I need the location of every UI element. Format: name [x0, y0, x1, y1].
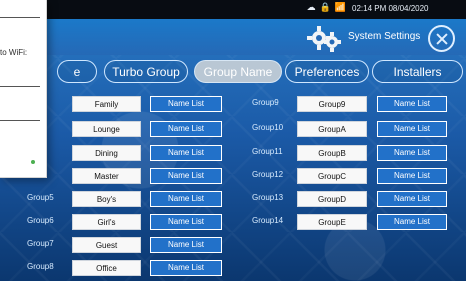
group-name-field[interactable]: Family — [72, 96, 141, 112]
wifi-popup: to WiFi: — [0, 0, 47, 178]
name-list-button[interactable]: Name List — [150, 191, 222, 207]
status-time: 02:14 PM 08/04/2020 — [352, 4, 429, 13]
group-label: Group14 — [252, 216, 284, 225]
group-row: Family Name List — [17, 96, 243, 112]
group-label: Group10 — [252, 123, 284, 132]
wifi-popup-text: to WiFi: — [0, 48, 28, 57]
group-row: Master Name List — [17, 168, 243, 184]
name-list-button[interactable]: Name List — [150, 260, 222, 276]
group-label: Group5 — [27, 193, 54, 202]
group-label: Group12 — [252, 170, 284, 179]
group-name-field[interactable]: Group9 — [297, 96, 367, 112]
group-row: Group5 Boy's Name List — [17, 191, 243, 207]
group-row: Lounge Name List — [17, 121, 243, 137]
settings-header: System Settings — [0, 19, 466, 55]
wifi-icon: 📶 — [334, 2, 350, 12]
group-row: Group14 GroupE Name List — [240, 214, 466, 230]
group-row: Group11 GroupB Name List — [240, 145, 466, 161]
group-label: Group8 — [27, 262, 54, 271]
group-name-field[interactable]: Office — [72, 260, 141, 276]
name-list-button[interactable]: Name List — [377, 214, 447, 230]
tab-preferences[interactable]: Preferences — [285, 60, 369, 83]
group-row: Dining Name List — [17, 145, 243, 161]
group-name-field[interactable]: Guest — [72, 237, 141, 253]
tab-turbo-group[interactable]: Turbo Group — [104, 60, 188, 83]
partial-tab[interactable]: e — [57, 60, 97, 83]
group-row: Group9 Group9 Name List — [240, 96, 466, 112]
group-row: Group6 Girl's Name List — [17, 214, 243, 230]
name-list-button[interactable]: Name List — [377, 145, 447, 161]
group-label: Group6 — [27, 216, 54, 225]
name-list-button[interactable]: Name List — [150, 168, 222, 184]
name-list-button[interactable]: Name List — [150, 145, 222, 161]
popup-divider — [0, 17, 40, 18]
status-icons: ☁🔒📶 — [307, 2, 350, 13]
group-name-field[interactable]: Dining — [72, 145, 141, 161]
connection-status-dot — [31, 160, 35, 164]
system-settings-title: System Settings — [348, 31, 421, 42]
popup-divider — [0, 120, 40, 121]
group-label: Group11 — [252, 147, 283, 156]
name-list-button[interactable]: Name List — [150, 96, 222, 112]
group-row: Group10 GroupA Name List — [240, 121, 466, 137]
settings-tabs: e Turbo Group Group Name Preferences Ins… — [0, 60, 466, 85]
lock-icon: 🔒 — [319, 2, 335, 12]
group-label: Group9 — [252, 98, 279, 107]
group-name-field[interactable]: Master — [72, 168, 141, 184]
cloud-sync-icon: ☁ — [306, 2, 320, 12]
tab-group-name[interactable]: Group Name — [194, 60, 282, 83]
name-list-button[interactable]: Name List — [377, 168, 447, 184]
group-row: Group12 GroupC Name List — [240, 168, 466, 184]
gear-icon — [307, 26, 341, 52]
group-label: Group7 — [27, 239, 54, 248]
name-list-button[interactable]: Name List — [377, 191, 447, 207]
group-name-field[interactable]: GroupE — [297, 214, 367, 230]
group-name-field[interactable]: Boy's — [72, 191, 141, 207]
group-label: Group13 — [252, 193, 284, 202]
group-row: Group7 Guest Name List — [17, 237, 243, 253]
group-name-field[interactable]: GroupB — [297, 145, 367, 161]
group-row: Group8 Office Name List — [17, 260, 243, 276]
group-row: Group13 GroupD Name List — [240, 191, 466, 207]
name-list-button[interactable]: Name List — [377, 121, 447, 137]
group-name-field[interactable]: Girl's — [72, 214, 141, 230]
name-list-button[interactable]: Name List — [150, 214, 222, 230]
group-name-field[interactable]: GroupC — [297, 168, 367, 184]
popup-divider — [0, 86, 40, 87]
group-name-field[interactable]: Lounge — [72, 121, 141, 137]
group-name-field[interactable]: GroupD — [297, 191, 367, 207]
system-settings-screen: ☁🔒📶 02:14 PM 08/04/2020 System Settings … — [0, 0, 466, 281]
name-list-button[interactable]: Name List — [150, 237, 222, 253]
group-name-field[interactable]: GroupA — [297, 121, 367, 137]
status-bar: ☁🔒📶 02:14 PM 08/04/2020 — [0, 0, 466, 19]
name-list-button[interactable]: Name List — [377, 96, 447, 112]
name-list-button[interactable]: Name List — [150, 121, 222, 137]
close-button[interactable] — [428, 25, 455, 52]
tab-installers[interactable]: Installers — [372, 60, 463, 83]
